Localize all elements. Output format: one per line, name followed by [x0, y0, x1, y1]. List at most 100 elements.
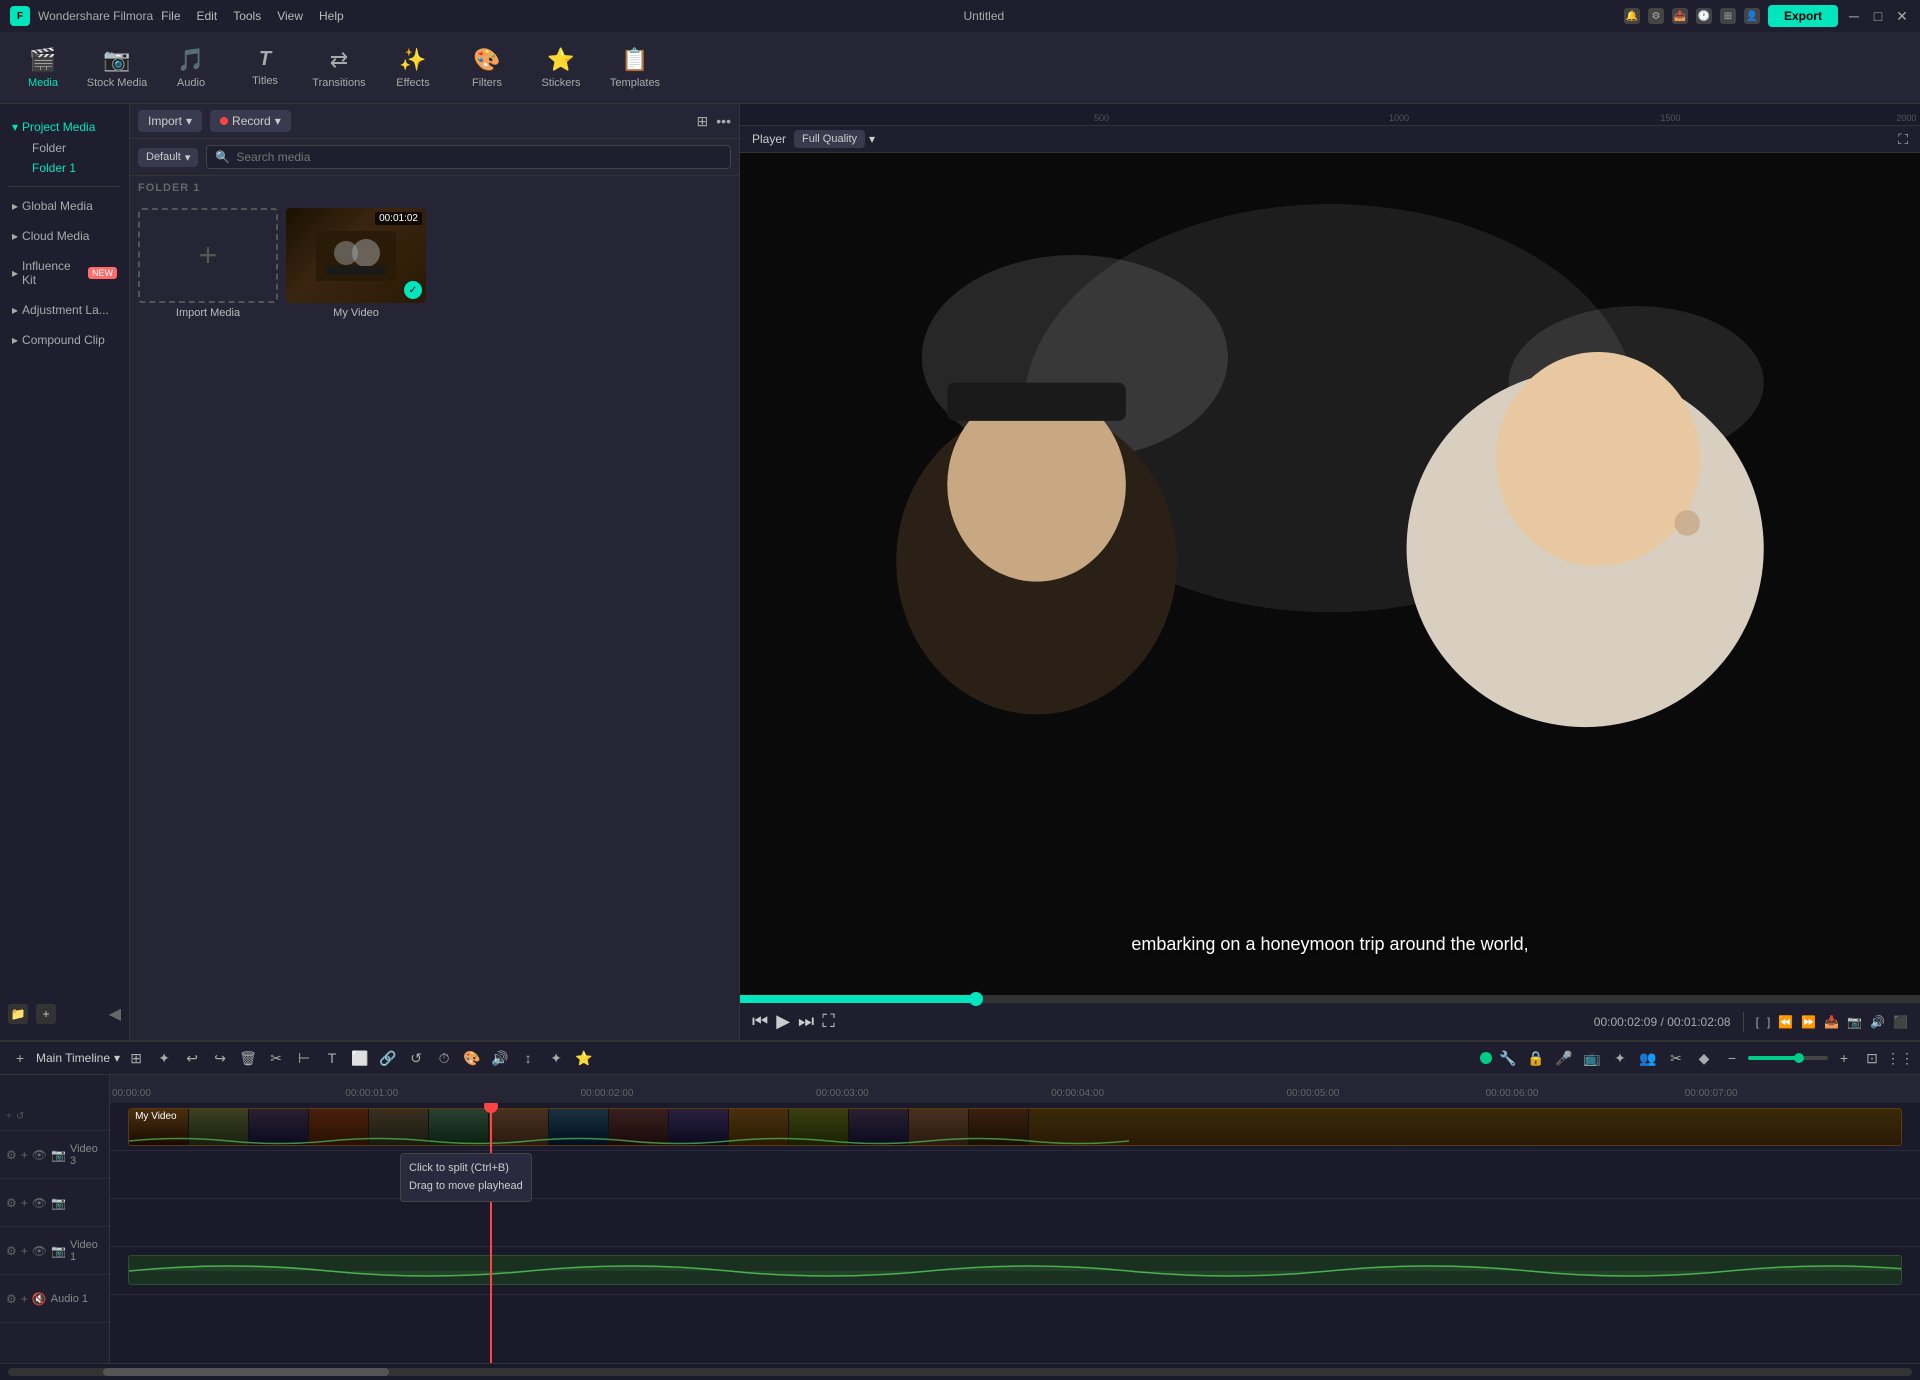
record-button[interactable]: Record ▾: [210, 110, 291, 132]
player-mark-in-icon[interactable]: [: [1756, 1015, 1759, 1029]
player-play-button[interactable]: ▶: [776, 1011, 790, 1032]
track-video1-eye-icon[interactable]: 👁: [32, 1244, 47, 1258]
sidebar-item-global-media[interactable]: ▸ Global Media: [8, 195, 121, 217]
zoom-out-icon[interactable]: −: [1720, 1046, 1744, 1070]
link-button[interactable]: 🔗: [376, 1046, 400, 1070]
add-folder-icon[interactable]: 📁: [8, 1004, 28, 1024]
sidebar-item-folder[interactable]: Folder: [28, 138, 121, 158]
filter-icon[interactable]: ⊞: [697, 113, 709, 130]
menu-edit[interactable]: Edit: [197, 9, 218, 23]
timeline-track-video3[interactable]: My Video: [110, 1103, 1920, 1151]
sidebar-item-compound-clip[interactable]: ▸ Compound Clip: [8, 329, 121, 351]
menu-help[interactable]: Help: [319, 9, 344, 23]
delete-button[interactable]: 🗑: [236, 1046, 260, 1070]
playhead[interactable]: [490, 1103, 492, 1363]
color-button[interactable]: 🎨: [460, 1046, 484, 1070]
track-video1-camera-icon[interactable]: 📷: [51, 1244, 66, 1258]
minimize-button[interactable]: ─: [1846, 8, 1862, 24]
timeline-track-audio1[interactable]: [110, 1247, 1920, 1295]
cut2-icon[interactable]: ✂: [1664, 1046, 1688, 1070]
zoom-in-icon[interactable]: +: [1832, 1046, 1856, 1070]
share-icon[interactable]: 📤: [1672, 8, 1688, 24]
toolbar-stickers[interactable]: ⭐ Stickers: [526, 36, 596, 100]
toolbar-media[interactable]: 🎬 Media: [8, 36, 78, 100]
search-input[interactable]: [236, 150, 722, 164]
notification-icon[interactable]: 🔔: [1624, 8, 1640, 24]
track-audio1-mute-icon[interactable]: 🔇: [32, 1292, 47, 1306]
fullscreen-icon[interactable]: ⛶: [1898, 131, 1908, 147]
player-progress-knob[interactable]: [969, 992, 983, 1006]
sidebar-item-cloud-media[interactable]: ▸ Cloud Media: [8, 225, 121, 247]
time-icon[interactable]: 🕐: [1696, 8, 1712, 24]
sidebar-item-project-media[interactable]: ▾ Project Media: [8, 116, 121, 138]
sidebar-item-influence-kit[interactable]: ▸ Influence Kit NEW: [8, 255, 121, 291]
redo-button[interactable]: ↪: [208, 1046, 232, 1070]
screen-record-icon[interactable]: 📺: [1580, 1046, 1604, 1070]
loop-button[interactable]: ↺: [404, 1046, 428, 1070]
toolbar-stock-media[interactable]: 📷 Stock Media: [82, 36, 152, 100]
player-go-start-button[interactable]: ⏮: [752, 1011, 768, 1032]
track-audio1-settings-icon[interactable]: ⚙: [6, 1292, 17, 1306]
toolbar-transitions[interactable]: ⇄ Transitions: [304, 36, 374, 100]
ai-2-icon[interactable]: ✦: [1608, 1046, 1632, 1070]
user-avatar[interactable]: 👤: [1744, 8, 1760, 24]
player-next-frame-icon[interactable]: ⏩: [1801, 1015, 1816, 1029]
default-view-button[interactable]: Default ▾: [138, 148, 198, 167]
undo-button[interactable]: ↩: [180, 1046, 204, 1070]
player-mark-out-icon[interactable]: ]: [1767, 1015, 1770, 1029]
menu-tools[interactable]: Tools: [233, 9, 261, 23]
collapse-sidebar-icon[interactable]: ◀: [109, 1004, 121, 1024]
media-item-my-video[interactable]: 00:01:02 ✓ My Video: [286, 208, 426, 319]
player-fullscreen-button[interactable]: ⛶: [822, 1011, 835, 1032]
quality-button[interactable]: Full Quality: [794, 130, 865, 148]
track-video3-eye-icon[interactable]: 👁: [32, 1148, 47, 1162]
timeline-scrollbar-track[interactable]: [8, 1368, 1912, 1376]
maximize-button[interactable]: □: [1870, 8, 1886, 24]
player-prev-frame-icon[interactable]: ⏪: [1778, 1015, 1793, 1029]
track-video3-camera-icon[interactable]: 📷: [51, 1148, 66, 1162]
track-video1-add-icon[interactable]: +: [21, 1244, 28, 1258]
sticker-button[interactable]: ⭐: [572, 1046, 596, 1070]
toolbar-audio[interactable]: 🎵 Audio: [156, 36, 226, 100]
player-snapshot-icon[interactable]: 📷: [1847, 1015, 1862, 1029]
speed-button[interactable]: ⏱: [432, 1046, 456, 1070]
export-button[interactable]: Export: [1768, 5, 1838, 27]
sidebar-item-folder1[interactable]: Folder 1: [28, 158, 121, 178]
split-button[interactable]: ✂: [264, 1046, 288, 1070]
marker-icon[interactable]: ◆: [1692, 1046, 1716, 1070]
grid-icon[interactable]: ⊞: [1720, 8, 1736, 24]
mic-icon[interactable]: 🎤: [1552, 1046, 1576, 1070]
fit-icon[interactable]: ⊡: [1860, 1046, 1884, 1070]
trim-button[interactable]: ⊢: [292, 1046, 316, 1070]
ai-enhance-icon[interactable]: ✦: [152, 1046, 176, 1070]
media-item-import[interactable]: + Import Media: [138, 208, 278, 319]
timeline-track-video1[interactable]: [110, 1199, 1920, 1247]
motion-button[interactable]: ↕: [516, 1046, 540, 1070]
toolbar-templates[interactable]: 📋 Templates: [600, 36, 670, 100]
track-video2-add-icon[interactable]: +: [21, 1196, 28, 1210]
import-icon[interactable]: +: [36, 1004, 56, 1024]
ai-button[interactable]: ✦: [544, 1046, 568, 1070]
audio-button[interactable]: 🔊: [488, 1046, 512, 1070]
collab-icon[interactable]: 👥: [1636, 1046, 1660, 1070]
track-video3-settings-icon[interactable]: ⚙: [6, 1148, 17, 1162]
track-video2-settings-icon[interactable]: ⚙: [6, 1196, 17, 1210]
timeline-add-track-icon[interactable]: +: [8, 1046, 32, 1070]
track-view-icon[interactable]: ⊞: [124, 1046, 148, 1070]
toolbar-filters[interactable]: 🎨 Filters: [452, 36, 522, 100]
track-video2-eye-icon[interactable]: 👁: [32, 1196, 47, 1210]
player-go-end-button[interactable]: ⏭: [798, 1011, 814, 1032]
player-volume-icon[interactable]: 🔊: [1870, 1015, 1885, 1029]
import-button[interactable]: Import ▾: [138, 110, 202, 132]
track-video1-settings-icon[interactable]: ⚙: [6, 1244, 17, 1258]
player-progress-bar[interactable]: [740, 995, 1920, 1003]
sidebar-item-adjustment-layer[interactable]: ▸ Adjustment La...: [8, 299, 121, 321]
menu-file[interactable]: File: [161, 9, 180, 23]
track-video2-camera-icon[interactable]: 📷: [51, 1196, 66, 1210]
more-icon[interactable]: ⋮⋮: [1888, 1046, 1912, 1070]
player-add-to-timeline-icon[interactable]: 📥: [1824, 1015, 1839, 1029]
timeline-scrollbar-thumb[interactable]: [103, 1368, 389, 1376]
settings-icon[interactable]: ⚙: [1648, 8, 1664, 24]
menu-view[interactable]: View: [277, 9, 303, 23]
loop-track-icon[interactable]: ↺: [16, 1111, 24, 1122]
